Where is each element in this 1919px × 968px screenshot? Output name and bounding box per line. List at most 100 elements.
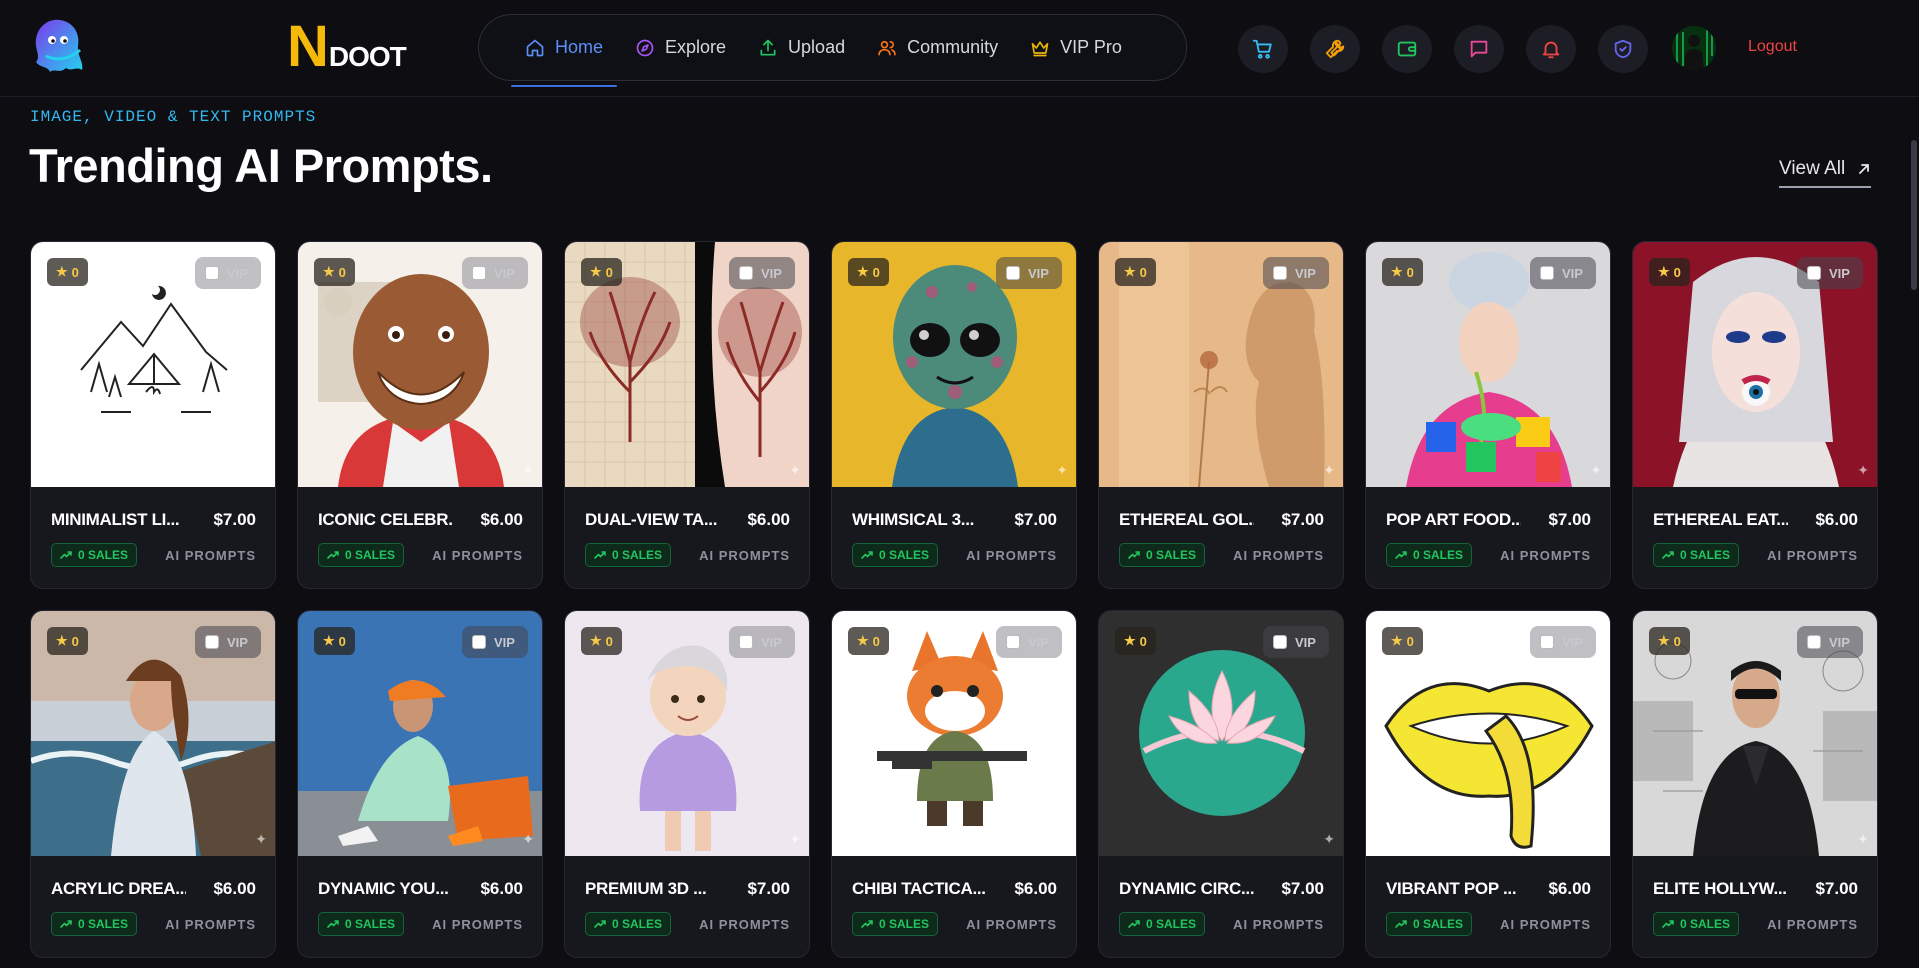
vip-toggle[interactable]: VIP xyxy=(1530,626,1596,658)
vip-toggle[interactable]: VIP xyxy=(1530,257,1596,289)
prompt-card-8[interactable]: ★ 0 VIP ✦ ACRYLIC DREA... $6.00 0 SALES … xyxy=(30,610,276,958)
prompt-card-5[interactable]: ★ 0 VIP ✦ ETHEREAL GOL... $7.00 0 SALES … xyxy=(1098,241,1344,589)
prompt-price: $7.00 xyxy=(1815,879,1858,898)
view-all-link[interactable]: View All xyxy=(1779,158,1872,188)
prompt-title[interactable]: ETHEREAL EAT... xyxy=(1653,510,1788,530)
vip-checkbox[interactable] xyxy=(1807,266,1821,280)
vip-toggle[interactable]: VIP xyxy=(1797,257,1863,289)
avatar[interactable] xyxy=(1672,26,1716,70)
arrow-up-right-icon xyxy=(1859,164,1870,174)
prompt-title[interactable]: POP ART FOOD... xyxy=(1386,510,1521,530)
prompt-card-9[interactable]: ★ 0 VIP ✦ DYNAMIC YOU... $6.00 0 SALES A… xyxy=(297,610,543,958)
vip-label: VIP xyxy=(1562,634,1583,650)
prompt-card-11[interactable]: ★ 0 VIP ✦ CHIBI TACTICA... $6.00 0 SALES… xyxy=(831,610,1077,958)
vip-toggle[interactable]: VIP xyxy=(462,626,528,658)
sparkle-icon: ✦ xyxy=(1056,831,1068,847)
vip-label: VIP xyxy=(1295,265,1316,281)
sales-count: 0 SALES xyxy=(1146,548,1197,562)
vip-toggle[interactable]: VIP xyxy=(729,626,795,658)
notifications-button[interactable] xyxy=(1526,25,1576,73)
prompt-image[interactable]: ★ 0 VIP ✦ xyxy=(31,611,275,856)
prompt-image[interactable]: ★ 0 VIP ✦ xyxy=(565,242,809,487)
ghost-logo-icon[interactable] xyxy=(28,16,86,78)
nav-vip-pro[interactable]: VIP Pro xyxy=(1014,15,1138,81)
prompt-title[interactable]: DUAL-VIEW TA... xyxy=(585,510,720,530)
vip-checkbox[interactable] xyxy=(472,635,486,649)
prompt-image[interactable]: ★ 0 VIP ✦ xyxy=(832,611,1076,856)
vip-toggle[interactable]: VIP xyxy=(996,257,1062,289)
prompt-title[interactable]: VIBRANT POP ... xyxy=(1386,879,1521,899)
nav-explore[interactable]: Explore xyxy=(619,15,742,81)
prompt-card-7[interactable]: ★ 0 VIP ✦ ETHEREAL EAT... $6.00 0 SALES … xyxy=(1632,241,1878,589)
vip-checkbox[interactable] xyxy=(472,266,486,280)
vip-toggle[interactable]: VIP xyxy=(1797,626,1863,658)
prompt-card-14[interactable]: ★ 0 VIP ✦ ELITE HOLLYW... $7.00 0 SALES … xyxy=(1632,610,1878,958)
prompt-card-4[interactable]: ★ 0 VIP ✦ WHIMSICAL 3... $7.00 0 SALES A… xyxy=(831,241,1077,589)
tools-button[interactable] xyxy=(1310,25,1360,73)
prompt-image[interactable]: ★ 0 VIP ✦ xyxy=(565,611,809,856)
prompt-title[interactable]: ETHEREAL GOL... xyxy=(1119,510,1254,530)
prompt-title[interactable]: DYNAMIC YOU... xyxy=(318,879,453,899)
prompt-card-3[interactable]: ★ 0 VIP ✦ DUAL-VIEW TA... $6.00 0 SALES … xyxy=(564,241,810,589)
vip-checkbox[interactable] xyxy=(1540,266,1554,280)
prompt-title[interactable]: ELITE HOLLYW... xyxy=(1653,879,1788,899)
prompt-card-2[interactable]: ★ 0 VIP ✦ ICONIC CELEBR... $6.00 0 SALES… xyxy=(297,241,543,589)
vip-toggle[interactable]: VIP xyxy=(729,257,795,289)
prompt-image[interactable]: ★ 0 VIP ✦ xyxy=(1099,242,1343,487)
avatar-image xyxy=(1672,26,1716,70)
vip-toggle[interactable]: VIP xyxy=(1263,626,1329,658)
vip-checkbox[interactable] xyxy=(739,266,753,280)
prompt-card-13[interactable]: ★ 0 VIP ✦ VIBRANT POP ... $6.00 0 SALES … xyxy=(1365,610,1611,958)
vip-checkbox[interactable] xyxy=(1540,635,1554,649)
sparkle-icon: ✦ xyxy=(1590,831,1602,847)
prompt-card-6[interactable]: ★ 0 VIP ✦ POP ART FOOD... $7.00 0 SALES … xyxy=(1365,241,1611,589)
prompt-image[interactable]: ★ 0 VIP ✦ xyxy=(298,611,542,856)
logout-link[interactable]: Logout xyxy=(1748,38,1797,56)
vip-toggle[interactable]: VIP xyxy=(1263,257,1329,289)
prompt-card-10[interactable]: ★ 0 VIP ✦ PREMIUM 3D ... $7.00 0 SALES A… xyxy=(564,610,810,958)
prompt-image[interactable]: ★ 0 VIP ✦ xyxy=(1366,242,1610,487)
prompt-card-1[interactable]: ★ 0 VIP ✦ MINIMALIST LI... $7.00 0 SALES… xyxy=(30,241,276,589)
prompt-image[interactable]: ★ 0 VIP ✦ xyxy=(1099,611,1343,856)
prompt-title[interactable]: ACRYLIC DREA... xyxy=(51,879,186,899)
vip-checkbox[interactable] xyxy=(1807,635,1821,649)
wallet-button[interactable] xyxy=(1382,25,1432,73)
admin-button[interactable] xyxy=(1598,25,1648,73)
vip-checkbox[interactable] xyxy=(205,266,219,280)
prompt-title[interactable]: MINIMALIST LI... xyxy=(51,510,186,530)
sparkle-icon: ✦ xyxy=(1857,462,1869,478)
vip-checkbox[interactable] xyxy=(205,635,219,649)
vip-checkbox[interactable] xyxy=(1006,266,1020,280)
rating-badge: ★ 0 xyxy=(1115,627,1156,655)
cart-button[interactable] xyxy=(1238,25,1288,73)
prompt-title[interactable]: WHIMSICAL 3... xyxy=(852,510,987,530)
nav-community[interactable]: Community xyxy=(861,15,1014,81)
prompt-title[interactable]: DYNAMIC CIRC... xyxy=(1119,879,1254,899)
prompt-image[interactable]: ★ 0 VIP ✦ xyxy=(298,242,542,487)
vip-checkbox[interactable] xyxy=(1006,635,1020,649)
prompt-image[interactable]: ★ 0 VIP ✦ xyxy=(1633,611,1877,856)
prompt-title[interactable]: PREMIUM 3D ... xyxy=(585,879,720,899)
prompt-image[interactable]: ★ 0 VIP ✦ xyxy=(1633,242,1877,487)
vip-label: VIP xyxy=(761,634,782,650)
prompt-card-12[interactable]: ★ 0 VIP ✦ DYNAMIC CIRC... $7.00 0 SALES … xyxy=(1098,610,1344,958)
rating-value: 0 xyxy=(605,633,613,649)
prompt-title[interactable]: CHIBI TACTICA... xyxy=(852,879,987,899)
brand-logo[interactable]: N DOOT xyxy=(287,18,407,76)
nav-home[interactable]: Home xyxy=(509,15,619,87)
prompt-image[interactable]: ★ 0 VIP ✦ xyxy=(31,242,275,487)
vip-checkbox[interactable] xyxy=(1273,635,1287,649)
prompt-title[interactable]: ICONIC CELEBR... xyxy=(318,510,453,530)
vip-toggle[interactable]: VIP xyxy=(195,626,261,658)
messages-button[interactable] xyxy=(1454,25,1504,73)
prompt-image[interactable]: ★ 0 VIP ✦ xyxy=(1366,611,1610,856)
vip-checkbox[interactable] xyxy=(739,635,753,649)
vip-toggle[interactable]: VIP xyxy=(462,257,528,289)
sales-count: 0 SALES xyxy=(78,548,129,562)
vip-toggle[interactable]: VIP xyxy=(195,257,261,289)
nav-upload[interactable]: Upload xyxy=(742,15,861,81)
scrollbar-thumb[interactable] xyxy=(1911,140,1917,290)
prompt-image[interactable]: ★ 0 VIP ✦ xyxy=(832,242,1076,487)
vip-checkbox[interactable] xyxy=(1273,266,1287,280)
vip-toggle[interactable]: VIP xyxy=(996,626,1062,658)
